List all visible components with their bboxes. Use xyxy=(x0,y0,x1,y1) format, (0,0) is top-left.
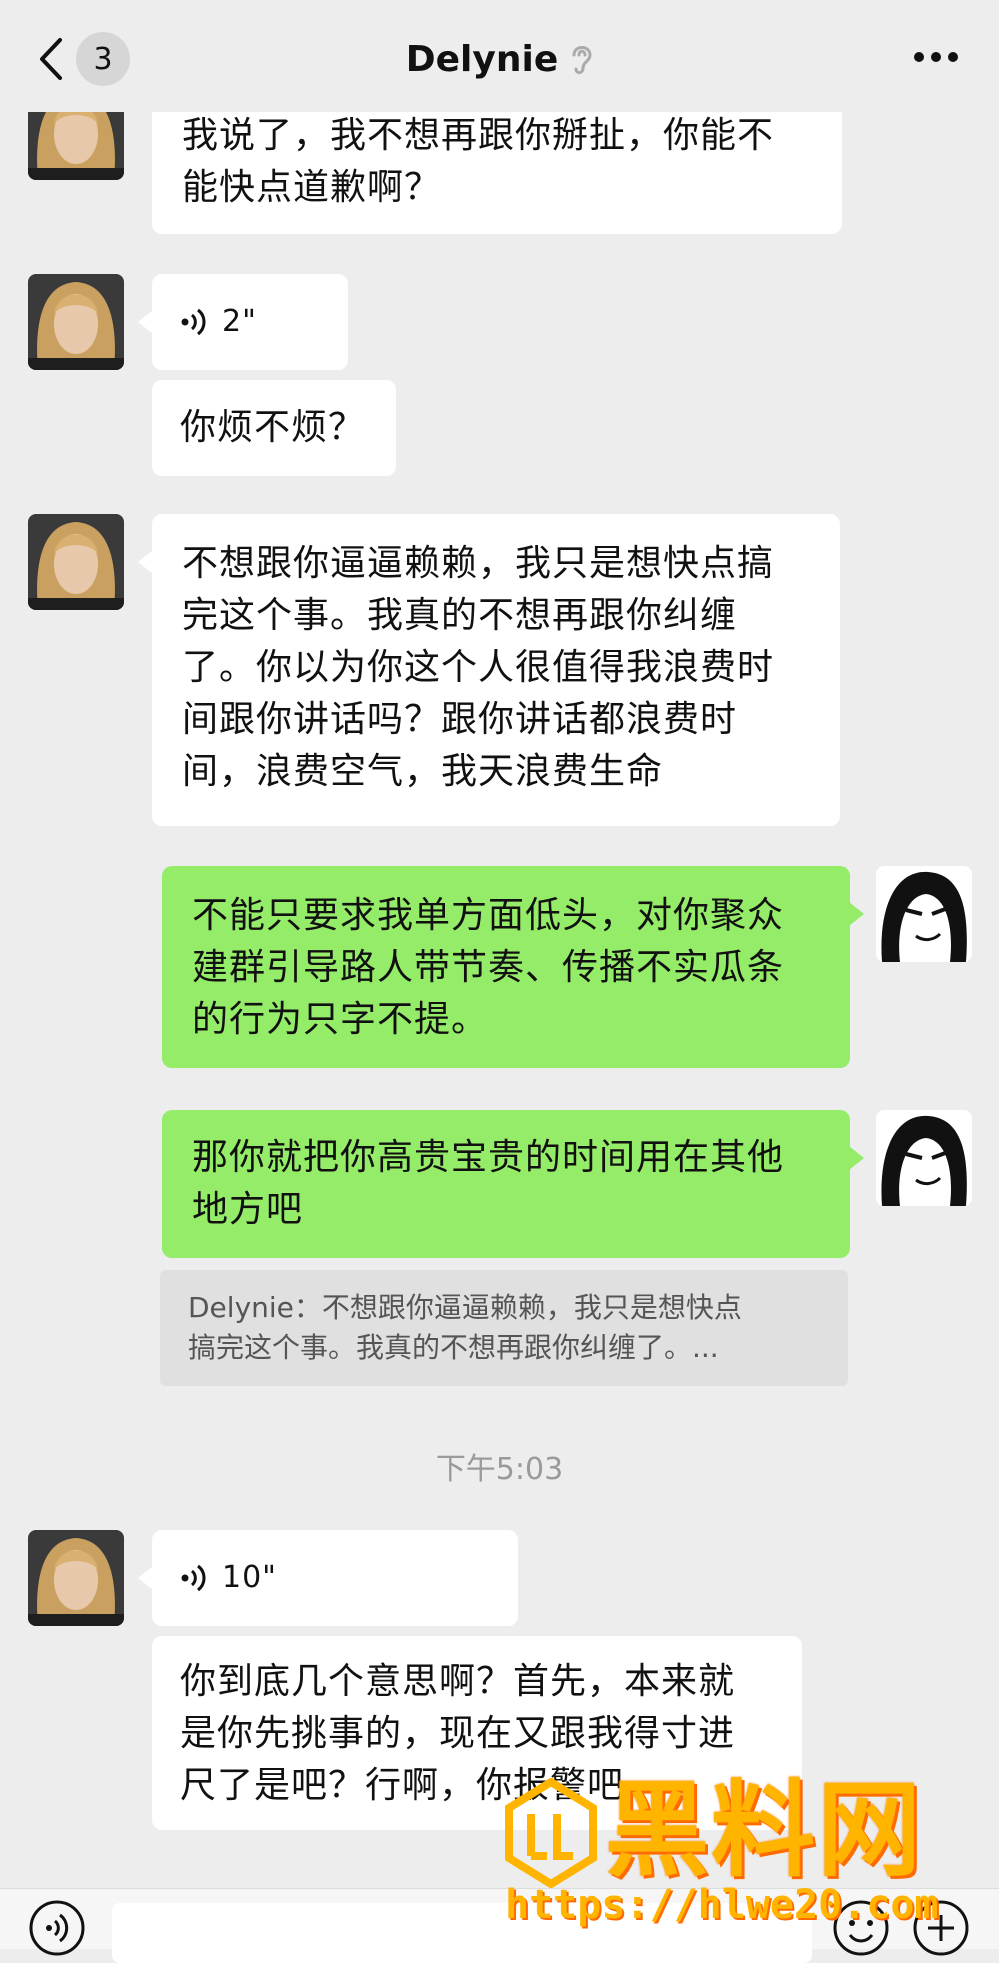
message-bubble-outgoing[interactable]: 那你就把你高贵宝贵的时间用在其他 地方吧 xyxy=(162,1110,864,1258)
self-avatar-image xyxy=(876,866,972,962)
contact-avatar-image xyxy=(28,514,124,610)
quoted-message[interactable]: Delynie：不想跟你逼逼赖赖，我只是想快点 搞完这个事。我真的不想再跟你纠缠… xyxy=(160,1270,848,1386)
voice-wave-icon xyxy=(181,308,206,336)
message-bubble-incoming[interactable]: 不想跟你逼逼赖赖，我只是想快点搞 完这个事。我真的不想再跟你纠缠 了。你以为你这… xyxy=(138,514,840,826)
watermark-url: https://hlwe20.com xyxy=(505,1882,939,1928)
self-avatar-image xyxy=(876,1110,972,1206)
message-bubble-incoming[interactable]: 我说了，我不想再跟你掰扯，你能不 能快点道歉啊？ xyxy=(152,96,842,234)
navigation-bar: 3 Delynie xyxy=(0,0,999,112)
message-bubble-outgoing[interactable]: 不能只要求我单方面低头，对你聚众 建群引导路人带节奏、传播不实瓜条 的行为只字不… xyxy=(162,866,864,1068)
self-avatar[interactable] xyxy=(876,866,972,962)
contact-avatar-image xyxy=(28,1530,124,1626)
contact-avatar-image xyxy=(28,274,124,370)
chat-title: Delynie xyxy=(405,38,559,80)
self-avatar[interactable] xyxy=(876,1110,972,1206)
watermark-text: 黑料网 xyxy=(605,1769,924,1891)
voice-input-toggle-icon[interactable] xyxy=(28,1899,86,1957)
unread-count-badge[interactable]: 3 xyxy=(76,32,130,86)
ear-icon xyxy=(572,46,592,75)
contact-avatar[interactable] xyxy=(28,514,124,610)
watermark: 黑料网 https://hlwe20.com xyxy=(505,1770,985,1930)
message-bubble-incoming[interactable]: 你烦不烦？ xyxy=(152,380,396,476)
voice-duration: 2" xyxy=(222,304,257,339)
watermark-logo-icon xyxy=(505,1778,597,1888)
voice-duration: 10" xyxy=(222,1560,277,1595)
contact-avatar[interactable] xyxy=(28,1530,124,1626)
chat-title-group: Delynie xyxy=(300,32,700,86)
more-icon[interactable] xyxy=(913,50,959,64)
voice-wave-icon xyxy=(181,1564,206,1592)
voice-message-bubble[interactable]: 10" xyxy=(138,1530,518,1626)
voice-message-bubble[interactable]: 2" xyxy=(138,274,348,370)
back-arrow-icon[interactable] xyxy=(34,36,68,82)
contact-avatar[interactable] xyxy=(28,274,124,370)
message-timestamp: 下午5:03 xyxy=(435,1452,564,1487)
